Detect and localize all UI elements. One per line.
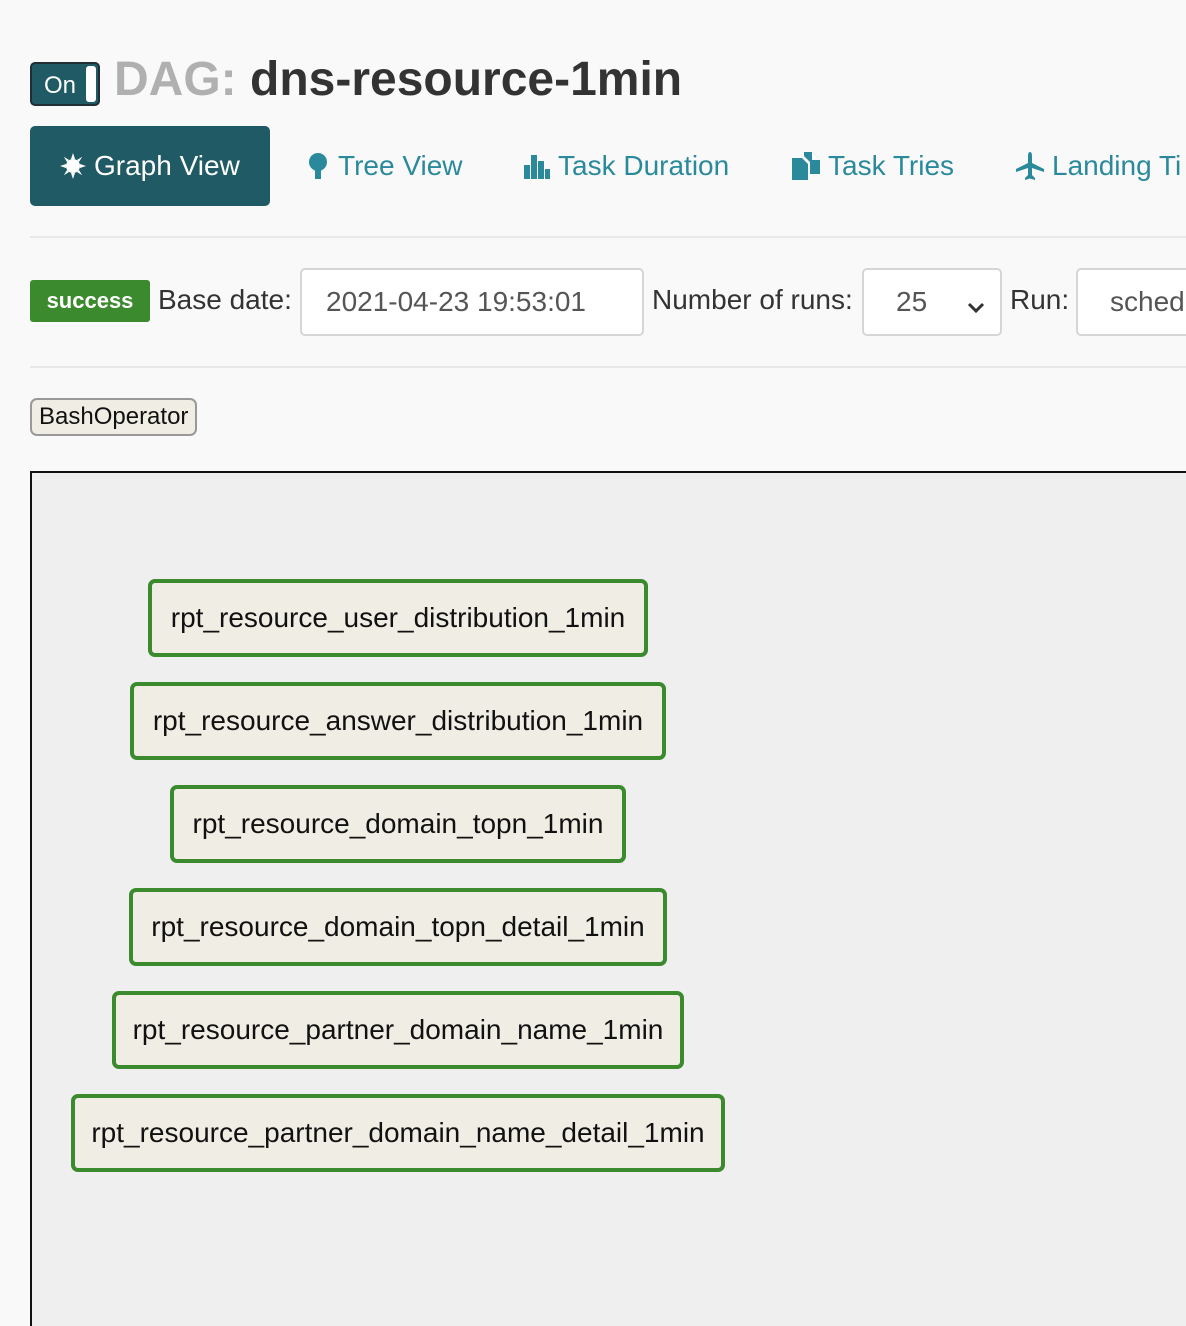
- tab-label: Task Duration: [558, 150, 730, 181]
- toggle-label: On: [44, 72, 77, 99]
- toggle-knob: [86, 66, 96, 102]
- run-value: sched: [1110, 286, 1185, 317]
- tab-label: Landing Ti: [1052, 150, 1182, 181]
- divider: [30, 236, 1186, 238]
- task-node[interactable]: rpt_resource_partner_domain_name_1min: [112, 991, 684, 1069]
- page-title: DAG: dns-resource-1min: [114, 52, 682, 108]
- status-badge: success: [30, 280, 150, 322]
- operator-legend-bashoperator: BashOperator: [30, 398, 198, 436]
- number-of-runs-select[interactable]: 25: [862, 268, 1002, 336]
- runs-value: 25: [896, 286, 928, 317]
- duplicate-file-icon: [792, 152, 820, 180]
- airflow-dag-page: On DAG: dns-resource-1min Graph View Tre…: [0, 0, 1186, 1326]
- plane-icon: [1016, 152, 1044, 180]
- view-tabs: Graph View Tree View Task Duration Task …: [30, 126, 1186, 206]
- number-of-runs-label: Number of runs:: [652, 284, 853, 315]
- tab-graph-view[interactable]: Graph View: [30, 126, 270, 206]
- tab-label: Task Tries: [828, 150, 955, 181]
- tab-tree-view[interactable]: Tree View: [306, 126, 463, 206]
- chevron-down-icon: [966, 292, 986, 324]
- tab-landing-times[interactable]: Landing Ti: [1016, 126, 1181, 206]
- tab-label: Graph View: [94, 150, 240, 181]
- task-node[interactable]: rpt_resource_partner_domain_name_detail_…: [71, 1094, 725, 1172]
- task-node[interactable]: rpt_resource_domain_topn_detail_1min: [129, 888, 667, 966]
- dag-prefix: DAG:: [114, 53, 237, 106]
- task-node[interactable]: rpt_resource_answer_distribution_1min: [130, 682, 666, 760]
- tab-label: Tree View: [338, 150, 463, 181]
- tab-task-duration[interactable]: Task Duration: [524, 126, 729, 206]
- base-date-input[interactable]: 2021-04-23 19:53:01: [300, 268, 644, 336]
- asterisk-icon: [60, 153, 86, 179]
- base-date-value: 2021-04-23 19:53:01: [326, 286, 586, 317]
- task-node[interactable]: rpt_resource_user_distribution_1min: [148, 579, 648, 657]
- tab-task-tries[interactable]: Task Tries: [792, 126, 954, 206]
- dag-pause-toggle[interactable]: On: [30, 62, 100, 106]
- dag-graph-canvas[interactable]: rpt_resource_user_distribution_1min rpt_…: [30, 471, 1186, 1326]
- base-date-label: Base date:: [158, 284, 292, 315]
- run-select[interactable]: sched: [1076, 268, 1186, 336]
- bar-chart-icon: [524, 153, 550, 179]
- divider: [30, 366, 1186, 368]
- task-node[interactable]: rpt_resource_domain_topn_1min: [170, 785, 626, 863]
- tree-icon: [306, 152, 330, 180]
- dag-name: dns-resource-1min: [250, 53, 683, 106]
- run-label: Run:: [1010, 284, 1070, 315]
